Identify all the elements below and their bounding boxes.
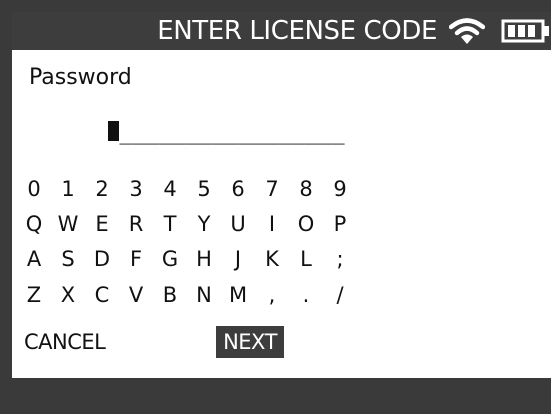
key-semicolon[interactable]: ; xyxy=(328,244,352,274)
key-9[interactable]: 9 xyxy=(328,174,352,204)
key-c[interactable]: C xyxy=(90,280,114,310)
key-6[interactable]: 6 xyxy=(226,174,250,204)
key-y[interactable]: Y xyxy=(192,209,216,239)
key-u[interactable]: U xyxy=(226,209,250,239)
key-p[interactable]: P xyxy=(328,209,352,239)
key-m[interactable]: M xyxy=(226,280,250,310)
key-slash[interactable]: / xyxy=(328,280,352,310)
key-j[interactable]: J xyxy=(226,244,250,274)
key-period[interactable]: . xyxy=(294,280,318,310)
key-r[interactable]: R xyxy=(124,209,148,239)
key-2[interactable]: 2 xyxy=(90,174,114,204)
header-bar: ENTER LICENSE CODE xyxy=(12,12,551,50)
key-d[interactable]: D xyxy=(90,244,114,274)
key-7[interactable]: 7 xyxy=(260,174,284,204)
wifi-icon xyxy=(449,18,485,44)
key-h[interactable]: H xyxy=(192,244,216,274)
key-n[interactable]: N xyxy=(192,280,216,310)
key-i[interactable]: I xyxy=(260,209,284,239)
battery-full-icon xyxy=(501,19,549,43)
key-comma[interactable]: , xyxy=(260,280,284,310)
key-k[interactable]: K xyxy=(260,244,284,274)
key-1[interactable]: 1 xyxy=(56,174,80,204)
key-b[interactable]: B xyxy=(158,280,182,310)
key-w[interactable]: W xyxy=(56,209,80,239)
key-z[interactable]: Z xyxy=(22,280,46,310)
key-x[interactable]: X xyxy=(56,280,80,310)
password-label: Password xyxy=(29,65,132,90)
key-v[interactable]: V xyxy=(124,280,148,310)
key-e[interactable]: E xyxy=(90,209,114,239)
cursor xyxy=(108,121,120,141)
key-s[interactable]: S xyxy=(56,244,80,274)
key-3[interactable]: 3 xyxy=(124,174,148,204)
key-0[interactable]: 0 xyxy=(22,174,46,204)
password-placeholder: _________________ xyxy=(119,120,345,145)
license-code-screen: ENTER LICENSE CODE Password ____________… xyxy=(0,0,551,414)
key-5[interactable]: 5 xyxy=(192,174,216,204)
key-o[interactable]: O xyxy=(294,209,318,239)
key-a[interactable]: A xyxy=(22,244,46,274)
key-t[interactable]: T xyxy=(158,209,182,239)
cancel-button[interactable]: CANCEL xyxy=(24,326,106,358)
content-area: Password _________________ 0 1 2 3 4 5 6… xyxy=(12,50,551,378)
key-g[interactable]: G xyxy=(158,244,182,274)
key-q[interactable]: Q xyxy=(22,209,46,239)
key-l[interactable]: L xyxy=(294,244,318,274)
password-field[interactable]: _________________ xyxy=(29,94,345,172)
key-f[interactable]: F xyxy=(124,244,148,274)
next-button[interactable]: NEXT xyxy=(216,326,284,358)
page-title: ENTER LICENSE CODE xyxy=(157,16,437,46)
key-4[interactable]: 4 xyxy=(158,174,182,204)
key-8[interactable]: 8 xyxy=(294,174,318,204)
